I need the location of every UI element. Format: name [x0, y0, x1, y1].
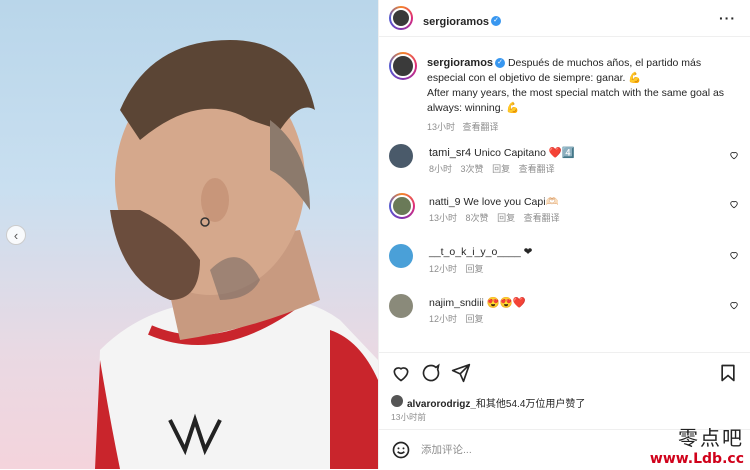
share-icon[interactable] [451, 363, 471, 383]
avatar[interactable] [389, 244, 413, 268]
comment-text: ❤ [523, 246, 533, 258]
comment-item: __t_o_k_i_y_o____ ❤ 12小时 回复 [389, 244, 739, 284]
comment-username[interactable]: __t_o_k_i_y_o____ [429, 246, 521, 258]
caption-text-en: After many years, the most special match… [427, 87, 725, 114]
heart-icon[interactable] [729, 150, 739, 160]
comment-time: 8小时 [429, 164, 453, 174]
comment-text: Unico Capitano ❤️4️⃣ [474, 147, 575, 159]
liked-by-username[interactable]: alvarorodrigz_ [407, 399, 476, 410]
bookmark-icon[interactable] [718, 363, 738, 383]
ellipsis-icon[interactable]: ··· [719, 10, 736, 26]
avatar[interactable] [391, 395, 403, 407]
post-panel: sergioramos ✓ ··· sergioramos ✓ Después de… [378, 0, 750, 469]
previous-image-button[interactable]: ‹ [6, 225, 26, 245]
reply-link[interactable]: 回复 [466, 314, 484, 324]
caption: sergioramos ✓ Después de muchos años, el … [427, 56, 727, 135]
avatar[interactable] [389, 6, 413, 30]
header-user: sergioramos ✓ [423, 12, 502, 30]
heart-icon[interactable] [729, 300, 739, 310]
likes-summary: alvarorodrigz_和其他54.4万位用户赞了 [407, 395, 585, 410]
post-timestamp: 13小时前 [391, 412, 426, 422]
post-header: sergioramos ✓ ··· [379, 0, 750, 37]
comment-item: tami_sr4 Unico Capitano ❤️4️⃣ 8小时 3次赞 回复… [389, 144, 739, 184]
caption-username[interactable]: sergioramos [427, 57, 493, 69]
avatar[interactable] [389, 144, 413, 168]
comment-item: najim_sndiii 😍😍❤️ 12小时 回复 [389, 294, 739, 334]
reply-link[interactable]: 回复 [466, 264, 484, 274]
heart-icon[interactable] [729, 250, 739, 260]
reply-link[interactable]: 回复 [492, 164, 510, 174]
comment-icon[interactable] [421, 363, 441, 383]
comment-time: 12小时 [429, 264, 458, 274]
watermark-line1: 零点吧 [678, 426, 744, 450]
heart-icon[interactable] [729, 199, 739, 209]
avatar[interactable] [389, 294, 413, 318]
reply-link[interactable]: 回复 [497, 213, 515, 223]
translate-link[interactable]: 查看翻译 [524, 213, 560, 223]
photo-illustration [95, 40, 378, 469]
chevron-left-icon: ‹ [13, 227, 19, 243]
translate-link[interactable]: 查看翻译 [519, 164, 555, 174]
comment-item: natti_9 We love you Capi🫶🏻 13小时 8次赞 回复 查… [389, 193, 739, 233]
caption-time: 13小时 [427, 122, 456, 132]
caption-avatar[interactable] [389, 52, 417, 80]
username-link[interactable]: sergioramos [423, 16, 489, 28]
comment-text: 😍😍❤️ [486, 297, 527, 309]
comment-likes[interactable]: 3次赞 [461, 164, 484, 174]
comment-username[interactable]: natti_9 [429, 196, 461, 208]
comment-input[interactable] [419, 440, 603, 460]
watermark-line2: www.Ldb.cc [649, 451, 744, 467]
emoji-icon[interactable] [391, 440, 411, 460]
verified-icon: ✓ [491, 15, 502, 26]
comment-text: We love you Capi🫶🏻 [463, 196, 559, 208]
heart-icon[interactable] [391, 363, 411, 383]
liked-by-rest[interactable]: 和其他54.4万位用户赞了 [476, 399, 585, 410]
watermark: 零点吧 www.Ldb.cc [650, 422, 744, 467]
comment-time: 12小时 [429, 314, 458, 324]
comment-time: 13小时 [429, 213, 458, 223]
caption-translate-link[interactable]: 查看翻译 [463, 122, 499, 132]
comment-likes[interactable]: 8次赞 [466, 213, 489, 223]
comment-username[interactable]: najim_sndiii [429, 297, 484, 309]
avatar[interactable] [389, 193, 415, 219]
comment-username[interactable]: tami_sr4 [429, 147, 471, 159]
verified-icon: ✓ [495, 58, 506, 69]
post-photo[interactable]: ‹ [0, 0, 378, 469]
